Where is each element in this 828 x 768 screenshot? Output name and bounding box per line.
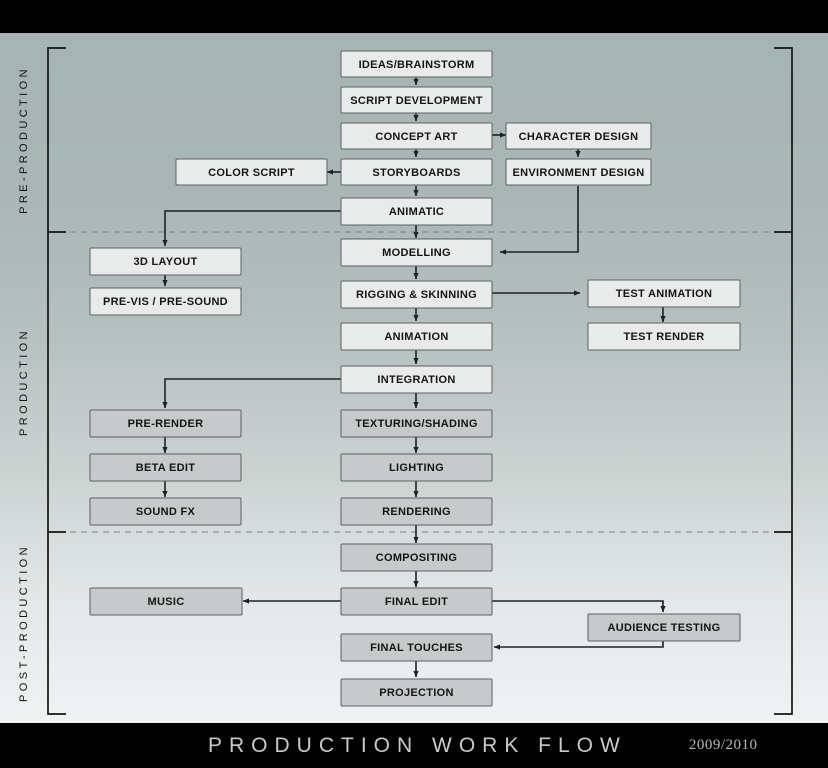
node-label-ideas: IDEAS/BRAINSTORM bbox=[359, 59, 475, 71]
node-script[interactable]: SCRIPT DEVELOPMENT bbox=[340, 86, 493, 114]
node-testrender[interactable]: TEST RENDER bbox=[587, 322, 741, 351]
node-betaedit[interactable]: BETA EDIT bbox=[89, 453, 242, 482]
node-label-testrender: TEST RENDER bbox=[624, 331, 705, 343]
node-colorscript[interactable]: COLOR SCRIPT bbox=[175, 158, 328, 186]
node-label-music: MUSIC bbox=[148, 596, 185, 608]
node-rigging[interactable]: RIGGING & SKINNING bbox=[340, 280, 493, 309]
node-soundfx[interactable]: SOUND FX bbox=[89, 497, 242, 526]
node-concept[interactable]: CONCEPT ART bbox=[340, 122, 493, 150]
node-label-testanim: TEST ANIMATION bbox=[616, 288, 712, 300]
node-ideas[interactable]: IDEAS/BRAINSTORM bbox=[340, 50, 493, 78]
node-label-script: SCRIPT DEVELOPMENT bbox=[350, 95, 483, 107]
node-rendering[interactable]: RENDERING bbox=[340, 497, 493, 526]
workflow-diagram: PRE-PRODUCTION PRODUCTION POST-PRODUCTIO… bbox=[18, 47, 793, 715]
node-previs[interactable]: PRE-VIS / PRE-SOUND bbox=[89, 287, 242, 316]
footer-title: PRODUCTION WORK FLOW bbox=[208, 733, 627, 757]
bracket-production-left bbox=[47, 231, 66, 532]
bracket-production-right bbox=[774, 231, 793, 532]
node-integration[interactable]: INTEGRATION bbox=[340, 365, 493, 394]
node-label-integration: INTEGRATION bbox=[377, 374, 455, 386]
bracket-pre-production-right bbox=[774, 47, 793, 232]
node-label-soundfx: SOUND FX bbox=[136, 506, 196, 518]
node-label-character: CHARACTER DESIGN bbox=[519, 131, 639, 143]
node-label-animation: ANIMATION bbox=[384, 331, 448, 343]
node-label-projection: PROJECTION bbox=[379, 687, 454, 699]
node-label-finaltouches: FINAL TOUCHES bbox=[370, 642, 463, 654]
node-label-storyboards: STORYBOARDS bbox=[372, 167, 460, 179]
node-layout3d[interactable]: 3D LAYOUT bbox=[89, 247, 242, 276]
bracket-post-production-left bbox=[47, 531, 66, 715]
bracket-post-production-right bbox=[774, 531, 793, 715]
node-finaltouches[interactable]: FINAL TOUCHES bbox=[340, 633, 493, 662]
edge-environment-modelling bbox=[499, 186, 579, 255]
bracket-pre-production-left bbox=[47, 47, 66, 232]
node-label-animatic: ANIMATIC bbox=[389, 206, 444, 218]
node-label-modelling: MODELLING bbox=[382, 247, 451, 259]
node-label-rendering: RENDERING bbox=[382, 506, 451, 518]
node-label-concept: CONCEPT ART bbox=[375, 131, 457, 143]
node-label-texturing: TEXTURING/SHADING bbox=[355, 418, 477, 430]
node-testanim[interactable]: TEST ANIMATION bbox=[587, 279, 741, 308]
footer-year: 2009/2010 bbox=[688, 737, 758, 753]
node-label-betaedit: BETA EDIT bbox=[136, 462, 196, 474]
node-modelling[interactable]: MODELLING bbox=[340, 238, 493, 267]
node-label-compositing: COMPOSITING bbox=[376, 552, 458, 564]
edge-integration-prerender bbox=[162, 378, 341, 409]
node-label-colorscript: COLOR SCRIPT bbox=[208, 167, 295, 179]
node-label-prerender: PRE-RENDER bbox=[128, 418, 204, 430]
node-label-finaledit: FINAL EDIT bbox=[385, 596, 448, 608]
section-label-pre-production: PRE-PRODUCTION bbox=[18, 66, 30, 214]
poster-footer: PRODUCTION WORK FLOW 2009/2010 bbox=[0, 723, 828, 768]
node-animatic[interactable]: ANIMATIC bbox=[340, 197, 493, 226]
node-label-environment: ENVIRONMENT DESIGN bbox=[513, 167, 645, 179]
node-label-previs: PRE-VIS / PRE-SOUND bbox=[103, 296, 228, 308]
node-finaledit[interactable]: FINAL EDIT bbox=[340, 587, 493, 616]
node-lighting[interactable]: LIGHTING bbox=[340, 453, 493, 482]
node-label-layout3d: 3D LAYOUT bbox=[133, 256, 197, 268]
node-compositing[interactable]: COMPOSITING bbox=[340, 543, 493, 572]
node-environment[interactable]: ENVIRONMENT DESIGN bbox=[505, 158, 652, 186]
node-texturing[interactable]: TEXTURING/SHADING bbox=[340, 409, 493, 438]
node-label-audience: AUDIENCE TESTING bbox=[608, 622, 721, 634]
node-prerender[interactable]: PRE-RENDER bbox=[89, 409, 242, 438]
node-audience[interactable]: AUDIENCE TESTING bbox=[587, 613, 741, 642]
node-storyboards[interactable]: STORYBOARDS bbox=[340, 158, 493, 186]
node-label-lighting: LIGHTING bbox=[389, 462, 444, 474]
edge-finaledit-audience bbox=[492, 600, 666, 613]
node-animation[interactable]: ANIMATION bbox=[340, 322, 493, 351]
node-projection[interactable]: PROJECTION bbox=[340, 678, 493, 707]
node-character[interactable]: CHARACTER DESIGN bbox=[505, 122, 652, 150]
node-label-rigging: RIGGING & SKINNING bbox=[356, 289, 477, 301]
workflow-poster: PRE-PRODUCTION PRODUCTION POST-PRODUCTIO… bbox=[0, 0, 828, 768]
node-music[interactable]: MUSIC bbox=[89, 587, 243, 616]
section-label-production: PRODUCTION bbox=[18, 328, 30, 436]
edge-audience-finaltouches bbox=[493, 641, 664, 650]
edge-animatic-layout3d bbox=[162, 210, 341, 247]
section-label-post-production: POST-PRODUCTION bbox=[18, 544, 30, 702]
